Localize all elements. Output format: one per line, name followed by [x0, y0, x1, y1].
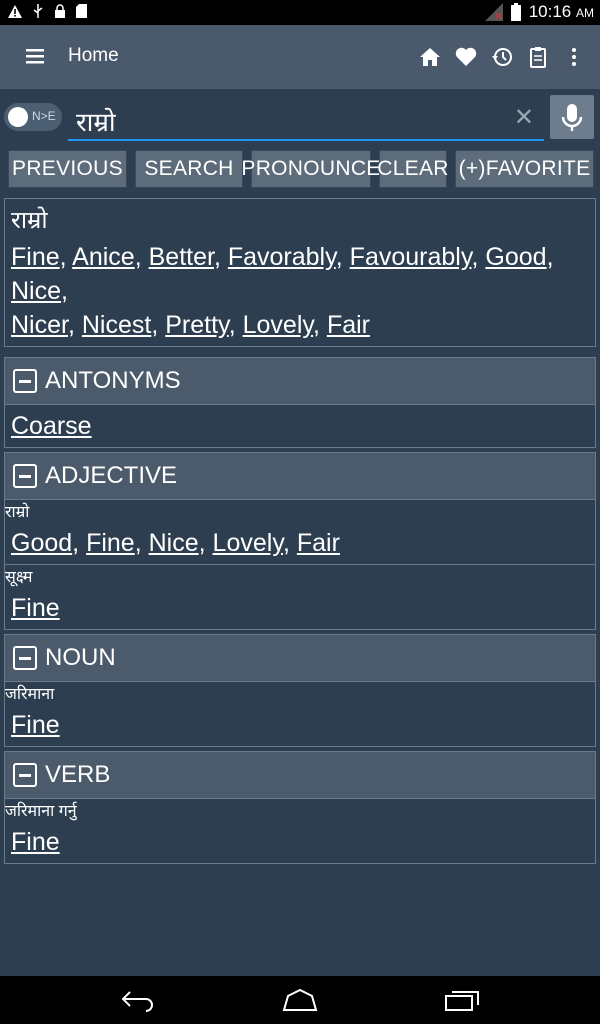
previous-button[interactable]: PREVIOUS	[8, 150, 127, 188]
more-vert-icon[interactable]	[562, 43, 586, 71]
translation-link[interactable]: Better	[149, 243, 214, 271]
section-title: ADJECTIVE	[45, 462, 178, 489]
clock-time: 10:16	[528, 2, 572, 21]
clock-ampm: AM	[576, 6, 594, 20]
toggle-label: N>E	[32, 109, 56, 123]
section-title: NOUN	[45, 644, 116, 671]
language-toggle[interactable]: N>E	[4, 103, 62, 131]
translation-link[interactable]: Anice	[72, 243, 135, 271]
entry-links: Fine	[5, 587, 595, 629]
adjective-header[interactable]: ADJECTIVE	[4, 452, 596, 499]
translation-link[interactable]: Fine	[11, 711, 60, 739]
action-buttons: PREVIOUS SEARCH PRONOUNCE CLEAR (+)FAVOR…	[0, 150, 600, 188]
translation-list: Fine, Anice, Better, Favorably, Favourab…	[11, 243, 554, 339]
home-icon[interactable]	[418, 43, 442, 71]
translation-link[interactable]: Fine	[86, 529, 135, 557]
results: राम्रो Fine, Anice, Better, Favorably, F…	[4, 198, 596, 864]
home-nav-icon[interactable]	[282, 988, 318, 1012]
translation-link[interactable]: Fair	[297, 529, 340, 557]
translation-link[interactable]: Good	[11, 529, 72, 557]
translation-link[interactable]: Pretty	[165, 311, 228, 339]
translation-link[interactable]: Good	[485, 243, 546, 271]
translation-link[interactable]: Favorably	[228, 243, 336, 271]
entry-word: सूक्ष्म	[5, 569, 33, 586]
recents-icon[interactable]	[444, 988, 480, 1012]
clock: 10:16 AM	[529, 2, 594, 22]
search-row: N>E राम्रो ✕	[0, 89, 600, 145]
translation-link[interactable]: Lovely	[213, 529, 283, 557]
search-button[interactable]: SEARCH	[135, 150, 243, 188]
battery-icon	[510, 3, 521, 21]
entry-word: जरिमाना गर्नु	[5, 803, 77, 820]
entry-word: राम्रो	[5, 504, 30, 521]
list-item: राम्रो Good, Fine, Nice, Lovely, Fair	[5, 500, 595, 565]
entry-links: Fine	[5, 821, 595, 863]
app-bar: Home	[0, 25, 600, 89]
search-input[interactable]: राम्रो ✕	[68, 97, 544, 141]
translation-link[interactable]: Nice	[149, 529, 199, 557]
entry-word: जरिमाना	[5, 686, 55, 703]
favorite-button[interactable]: (+)FAVORITE	[455, 150, 594, 188]
page-title: Home	[68, 45, 119, 66]
back-icon[interactable]	[120, 988, 156, 1012]
microphone-icon[interactable]	[550, 95, 594, 139]
antonym-link[interactable]: Coarse	[11, 412, 92, 440]
usb-icon	[33, 4, 43, 18]
entry-links: Good, Fine, Nice, Lovely, Fair	[11, 529, 340, 557]
antonyms-header[interactable]: ANTONYMS	[4, 357, 596, 404]
main-entry: राम्रो Fine, Anice, Better, Favorably, F…	[4, 198, 596, 347]
list-item: जरिमाना Fine	[5, 682, 595, 746]
lock-icon	[55, 4, 65, 18]
translation-link[interactable]: Lovely	[243, 311, 313, 339]
toggle-knob	[8, 107, 28, 127]
clipboard-icon[interactable]	[526, 43, 550, 71]
translation-link[interactable]: Nice	[11, 277, 61, 305]
adjective-body: राम्रो Good, Fine, Nice, Lovely, Fair सू…	[4, 499, 596, 630]
antonyms-body: Coarse	[4, 404, 596, 448]
pronounce-button[interactable]: PRONOUNCE	[241, 150, 380, 188]
navigation-bar	[0, 976, 600, 1024]
list-item: जरिमाना गर्नु Fine	[5, 799, 595, 863]
clear-button[interactable]: CLEAR	[377, 150, 448, 188]
search-value: राम्रो	[76, 108, 116, 138]
status-bar: 10:16 AM	[0, 0, 600, 25]
close-icon[interactable]: ✕	[514, 103, 534, 132]
translation-link[interactable]: Fine	[11, 243, 60, 271]
verb-header[interactable]: VERB	[4, 751, 596, 798]
translation-link[interactable]: Nicest	[82, 311, 151, 339]
translation-link[interactable]: Fair	[327, 311, 370, 339]
noun-header[interactable]: NOUN	[4, 634, 596, 681]
translation-link[interactable]: Fine	[11, 594, 60, 622]
headword: राम्रो	[11, 206, 48, 234]
translation-link[interactable]: Nicer	[11, 311, 68, 339]
history-icon[interactable]	[490, 43, 514, 71]
collapse-icon[interactable]	[13, 464, 37, 488]
sd-card-icon	[76, 4, 87, 18]
list-item: सूक्ष्म Fine	[5, 565, 595, 629]
translation-link[interactable]: Favourably	[350, 243, 472, 271]
section-title: VERB	[45, 761, 111, 788]
translation-link[interactable]: Fine	[11, 828, 60, 856]
collapse-icon[interactable]	[13, 646, 37, 670]
heart-icon[interactable]	[454, 43, 478, 71]
collapse-icon[interactable]	[13, 369, 37, 393]
warning-icon	[8, 4, 22, 18]
section-title: ANTONYMS	[45, 367, 181, 394]
verb-body: जरिमाना गर्नु Fine	[4, 798, 596, 864]
entry-links: Fine	[5, 704, 595, 746]
signal-icon	[484, 3, 503, 21]
menu-icon[interactable]	[22, 45, 50, 69]
collapse-icon[interactable]	[13, 763, 37, 787]
antonym-list: Coarse	[5, 405, 595, 447]
noun-body: जरिमाना Fine	[4, 681, 596, 747]
